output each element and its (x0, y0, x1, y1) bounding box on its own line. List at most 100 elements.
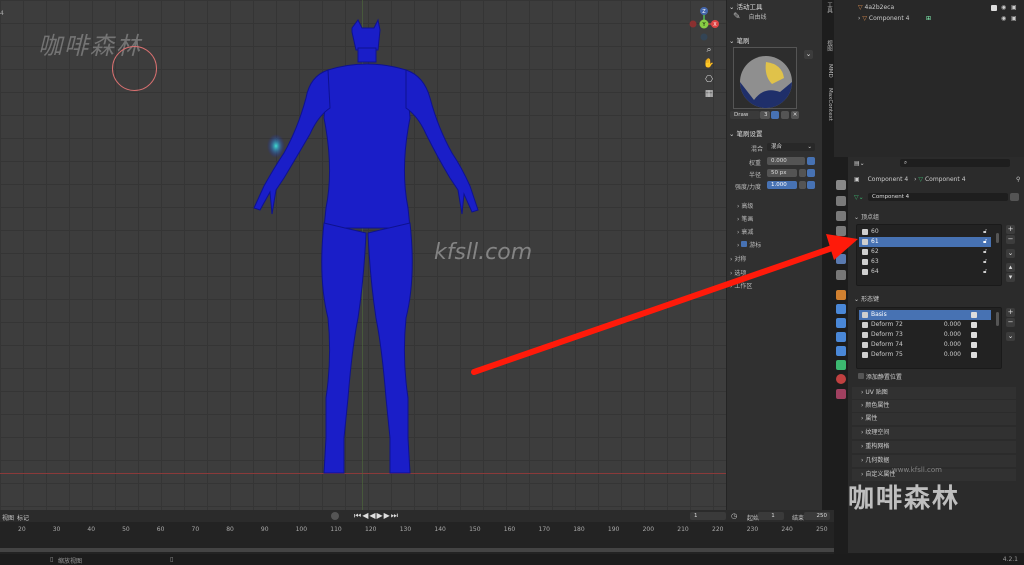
brush-settings-header[interactable]: ⌄ 笔刷设置 (729, 128, 763, 138)
list-item[interactable]: Deform 73 0.000 (859, 330, 991, 340)
eye-icon[interactable]: ◉ (1001, 3, 1006, 13)
chevron-down-icon[interactable]: ⌄ (1006, 332, 1015, 341)
camera-icon[interactable]: ▣ (1011, 3, 1017, 13)
shape-key-value[interactable]: 0.000 (944, 350, 961, 360)
clock-icon[interactable]: ◷ (731, 512, 737, 520)
grid-view-icon[interactable]: ▦ (702, 88, 716, 101)
record-icon[interactable] (331, 512, 339, 520)
fake-user-shield-icon[interactable] (1010, 193, 1019, 201)
outliner-row[interactable]: ▽ 4a2b2eca ◉ ▣ (834, 3, 1024, 13)
brush-section-header[interactable]: ⌄ 笔刷 (729, 35, 750, 45)
vertex-groups-header[interactable]: ⌄ 顶点组 (854, 212, 879, 221)
material-tab-icon[interactable] (836, 374, 846, 384)
brush-name-field[interactable]: Draw (730, 111, 760, 119)
list-item[interactable]: Deform 75 0.000 (859, 350, 991, 360)
editor-type-icon[interactable]: ▤⌄ (854, 160, 865, 167)
chevron-down-icon[interactable]: ⌄ (729, 3, 734, 11)
list-item[interactable]: 60 🔓︎ (859, 227, 991, 237)
timeline[interactable]: 20 30 40 50 60 70 80 90 100 110 120 130 140 150 160 170… (0, 522, 834, 554)
weight-field[interactable]: 0.000 (767, 157, 805, 165)
modifier-tab-icon[interactable] (836, 304, 846, 314)
pen-pressure-icon[interactable] (799, 181, 806, 189)
shape-keys-header[interactable]: ⌄ 形态键 (854, 294, 879, 303)
mesh-selector[interactable]: ▽⌄ (854, 194, 864, 201)
remove-shape-key-button[interactable]: − (1006, 318, 1015, 327)
camera-icon[interactable]: ⎔ (702, 74, 716, 87)
lock-icon[interactable]: 🔓︎ (983, 267, 987, 277)
texture-tab-icon[interactable] (836, 389, 846, 399)
tab-maxcontext[interactable]: MaxContext (823, 88, 833, 121)
particles-tab-icon[interactable] (836, 318, 846, 328)
shape-key-checkbox[interactable] (971, 322, 977, 328)
exclude-checkbox[interactable] (991, 5, 997, 11)
render-tab-icon[interactable] (836, 196, 846, 206)
add-shape-key-button[interactable]: + (1006, 308, 1015, 317)
physics-tab-icon[interactable] (836, 332, 846, 342)
list-item[interactable]: 63 🔓︎ (859, 257, 991, 267)
stroke-panel[interactable]: › 笔画 (737, 214, 753, 223)
panel-attributes[interactable]: › 属性 (852, 413, 1016, 425)
constraints-tab-icon[interactable] (836, 346, 846, 356)
chevron-down-icon[interactable]: ⌄ (804, 50, 813, 59)
outliner[interactable]: ▽ 4a2b2eca ◉ ▣ › ▽ Component 4 ⊞ ◉ ▣ (834, 0, 1024, 157)
current-frame-field[interactable]: 1 (690, 512, 726, 520)
scene-tab-icon[interactable] (836, 254, 846, 264)
close-icon[interactable]: ✕ (791, 111, 799, 119)
chevron-down-icon[interactable]: ⌄ (1006, 249, 1015, 258)
output-tab-icon[interactable] (836, 211, 846, 221)
properties-search-input[interactable]: ⌕ (900, 159, 1010, 167)
panel-color-attributes[interactable]: › 颜色属性 (852, 400, 1016, 412)
tab-view[interactable]: 视图 (823, 40, 833, 51)
tool-tab-icon[interactable] (836, 180, 846, 190)
pressure-icon[interactable] (807, 169, 815, 177)
cursor-panel[interactable]: › 游标 (737, 240, 761, 249)
eye-icon[interactable]: ◉ (1001, 14, 1006, 24)
list-item[interactable]: 62 🔓︎ (859, 247, 991, 257)
character-model[interactable] (240, 18, 490, 478)
outliner-row[interactable]: › ▽ Component 4 ⊞ ◉ ▣ (834, 14, 1024, 24)
symmetry-panel[interactable]: › 对称 (730, 254, 746, 263)
list-item[interactable]: 64 🔓︎ (859, 267, 991, 277)
timeline-scrollbar[interactable] (0, 548, 834, 552)
shape-key-value[interactable]: 0.000 (944, 330, 961, 340)
end-frame-field[interactable]: 250 (804, 512, 830, 520)
brush-preview[interactable] (733, 47, 797, 109)
playback-controls[interactable]: ⏮◀◀▶▶⏭ (354, 511, 399, 521)
workspace-panel[interactable]: › 工作区 (730, 281, 752, 290)
list-item[interactable]: Deform 72 0.000 (859, 320, 991, 330)
remove-vertex-group-button[interactable]: − (1006, 235, 1015, 244)
list-item[interactable]: Basis (859, 310, 991, 320)
shape-key-checkbox[interactable] (971, 342, 977, 348)
options-panel[interactable]: › 选项 (730, 268, 746, 277)
list-item[interactable]: 61 🔓︎ (859, 237, 991, 247)
pressure-icon[interactable] (807, 157, 815, 165)
panel-remesh[interactable]: › 重构网格 (852, 441, 1016, 453)
timeline-view-menu[interactable]: 视图 (2, 513, 14, 522)
pressure-icon[interactable] (807, 181, 815, 189)
mesh-name-field[interactable]: Component 4 (868, 193, 1008, 201)
lock-icon[interactable]: 🔓︎ (983, 247, 987, 257)
timeline-marker-menu[interactable]: 标记 (17, 513, 29, 522)
blend-dropdown[interactable]: 混合 ⌄ (767, 143, 815, 151)
mesh-data-tab-icon[interactable] (836, 360, 846, 370)
shape-key-value[interactable]: 0.000 (944, 320, 961, 330)
add-vertex-group-button[interactable]: + (1006, 225, 1015, 234)
shape-key-relative-option[interactable]: 添加静置位置 (858, 372, 902, 381)
radius-field[interactable]: 50 px (767, 169, 797, 177)
shape-key-checkbox[interactable] (971, 312, 977, 318)
fake-user-shield-icon[interactable] (771, 111, 779, 119)
lock-icon[interactable]: 🔓︎ (983, 227, 987, 237)
cursor-checkbox[interactable] (741, 241, 748, 247)
shape-key-value[interactable]: 0.000 (944, 340, 961, 350)
scrollbar[interactable] (996, 312, 999, 326)
advanced-panel[interactable]: › 高级 (737, 201, 753, 210)
relative-checkbox[interactable] (858, 373, 864, 379)
shape-key-checkbox[interactable] (971, 352, 977, 358)
chevron-right-icon[interactable]: › (858, 15, 860, 22)
3d-viewport[interactable]: 4 咖啡森林 kfsll.com X Y Z ⌕ ✋ ⎔ ▦ (0, 0, 726, 510)
move-down-button[interactable]: ▾ (1006, 273, 1015, 282)
duplicate-icon[interactable] (781, 111, 789, 119)
falloff-panel[interactable]: › 衰减 (737, 227, 753, 236)
tab-tool[interactable]: 工具 (823, 2, 833, 13)
strength-field[interactable]: 1.000 (767, 181, 797, 189)
